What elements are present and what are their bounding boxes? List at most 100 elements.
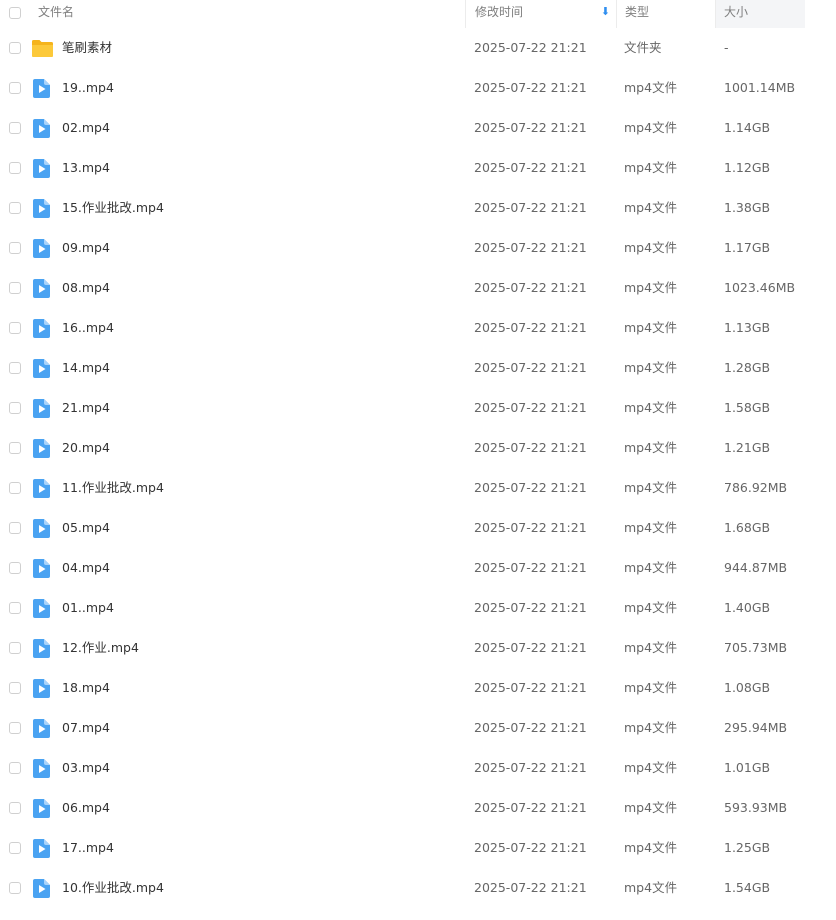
file-name[interactable]: 18.mp4 — [62, 668, 110, 708]
file-type: mp4文件 — [624, 400, 678, 415]
file-row[interactable]: 笔刷素材 2025-07-22 21:21 文件夹 - — [0, 28, 836, 68]
file-row[interactable]: 15.作业批改.mp4 2025-07-22 21:21 mp4文件 1.38GB — [0, 188, 836, 228]
row-checkbox[interactable] — [9, 122, 21, 134]
file-name[interactable]: 06.mp4 — [62, 788, 110, 828]
row-checkbox[interactable] — [9, 362, 21, 374]
file-row[interactable]: 09.mp4 2025-07-22 21:21 mp4文件 1.17GB — [0, 228, 836, 268]
file-size: - — [724, 40, 729, 55]
file-name[interactable]: 08.mp4 — [62, 268, 110, 308]
file-row[interactable]: 02.mp4 2025-07-22 21:21 mp4文件 1.14GB — [0, 108, 836, 148]
file-name[interactable]: 04.mp4 — [62, 548, 110, 588]
file-row[interactable]: 18.mp4 2025-07-22 21:21 mp4文件 1.08GB — [0, 668, 836, 708]
row-checkbox[interactable] — [9, 162, 21, 174]
file-type: mp4文件 — [624, 320, 678, 335]
modified-time: 2025-07-22 21:21 — [474, 760, 587, 775]
file-name[interactable]: 07.mp4 — [62, 708, 110, 748]
row-checkbox[interactable] — [9, 282, 21, 294]
file-row[interactable]: 20.mp4 2025-07-22 21:21 mp4文件 1.21GB — [0, 428, 836, 468]
file-name[interactable]: 20.mp4 — [62, 428, 110, 468]
column-header-date[interactable]: 修改时间 ⬇ — [465, 0, 616, 28]
file-type: mp4文件 — [624, 120, 678, 135]
file-row[interactable]: 11.作业批改.mp4 2025-07-22 21:21 mp4文件 786.92MB — [0, 468, 836, 508]
file-row[interactable]: 05.mp4 2025-07-22 21:21 mp4文件 1.68GB — [0, 508, 836, 548]
row-checkbox[interactable] — [9, 682, 21, 694]
video-file-icon — [33, 719, 50, 738]
file-size: 1.17GB — [724, 240, 771, 255]
row-checkbox[interactable] — [9, 882, 21, 894]
row-checkbox[interactable] — [9, 602, 21, 614]
column-header-date-label: 修改时间 — [475, 5, 524, 19]
modified-time: 2025-07-22 21:21 — [474, 680, 587, 695]
file-name[interactable]: 13.mp4 — [62, 148, 110, 188]
row-checkbox[interactable] — [9, 402, 21, 414]
file-row[interactable]: 04.mp4 2025-07-22 21:21 mp4文件 944.87MB — [0, 548, 836, 588]
file-row[interactable]: 01..mp4 2025-07-22 21:21 mp4文件 1.40GB — [0, 588, 836, 628]
file-name[interactable]: 02.mp4 — [62, 108, 110, 148]
column-header-name[interactable]: 文件名 — [28, 0, 465, 28]
row-checkbox[interactable] — [9, 42, 21, 54]
file-name[interactable]: 15.作业批改.mp4 — [62, 188, 164, 228]
row-checkbox[interactable] — [9, 642, 21, 654]
file-row[interactable]: 19..mp4 2025-07-22 21:21 mp4文件 1001.14MB — [0, 68, 836, 108]
file-size: 1.25GB — [724, 840, 771, 855]
modified-time: 2025-07-22 21:21 — [474, 600, 587, 615]
video-file-icon — [33, 399, 50, 418]
video-file-icon — [33, 279, 50, 298]
file-name[interactable]: 19..mp4 — [62, 68, 114, 108]
row-checkbox[interactable] — [9, 802, 21, 814]
file-row[interactable]: 08.mp4 2025-07-22 21:21 mp4文件 1023.46MB — [0, 268, 836, 308]
file-name[interactable]: 17..mp4 — [62, 828, 114, 868]
file-row[interactable]: 12.作业.mp4 2025-07-22 21:21 mp4文件 705.73MB — [0, 628, 836, 668]
file-type: mp4文件 — [624, 520, 678, 535]
modified-time: 2025-07-22 21:21 — [474, 480, 587, 495]
file-row[interactable]: 14.mp4 2025-07-22 21:21 mp4文件 1.28GB — [0, 348, 836, 388]
file-row[interactable]: 06.mp4 2025-07-22 21:21 mp4文件 593.93MB — [0, 788, 836, 828]
file-name[interactable]: 12.作业.mp4 — [62, 628, 139, 668]
file-row[interactable]: 13.mp4 2025-07-22 21:21 mp4文件 1.12GB — [0, 148, 836, 188]
video-file-icon — [33, 839, 50, 858]
column-header-type[interactable]: 类型 — [616, 0, 715, 28]
file-row[interactable]: 16..mp4 2025-07-22 21:21 mp4文件 1.13GB — [0, 308, 836, 348]
modified-time: 2025-07-22 21:21 — [474, 400, 587, 415]
file-row[interactable]: 10.作业批改.mp4 2025-07-22 21:21 mp4文件 1.54GB — [0, 868, 836, 908]
file-name[interactable]: 05.mp4 — [62, 508, 110, 548]
file-type: mp4文件 — [624, 800, 678, 815]
file-type: mp4文件 — [624, 440, 678, 455]
row-checkbox[interactable] — [9, 522, 21, 534]
file-row[interactable]: 21.mp4 2025-07-22 21:21 mp4文件 1.58GB — [0, 388, 836, 428]
file-size: 1.01GB — [724, 760, 771, 775]
row-checkbox[interactable] — [9, 482, 21, 494]
file-row[interactable]: 07.mp4 2025-07-22 21:21 mp4文件 295.94MB — [0, 708, 836, 748]
file-size: 1.12GB — [724, 160, 771, 175]
video-file-icon — [33, 239, 50, 258]
modified-time: 2025-07-22 21:21 — [474, 360, 587, 375]
select-all-checkbox[interactable] — [9, 7, 21, 19]
file-name[interactable]: 14.mp4 — [62, 348, 110, 388]
file-name[interactable]: 16..mp4 — [62, 308, 114, 348]
modified-time: 2025-07-22 21:21 — [474, 240, 587, 255]
file-name[interactable]: 10.作业批改.mp4 — [62, 868, 164, 908]
file-size: 1.58GB — [724, 400, 771, 415]
file-row[interactable]: 17..mp4 2025-07-22 21:21 mp4文件 1.25GB — [0, 828, 836, 868]
file-name[interactable]: 01..mp4 — [62, 588, 114, 628]
file-row[interactable]: 03.mp4 2025-07-22 21:21 mp4文件 1.01GB — [0, 748, 836, 788]
row-checkbox[interactable] — [9, 722, 21, 734]
row-checkbox[interactable] — [9, 242, 21, 254]
row-checkbox[interactable] — [9, 82, 21, 94]
column-header-size[interactable]: 大小 — [715, 0, 805, 28]
file-name[interactable]: 03.mp4 — [62, 748, 110, 788]
file-size: 1.40GB — [724, 600, 771, 615]
row-checkbox[interactable] — [9, 202, 21, 214]
file-name[interactable]: 09.mp4 — [62, 228, 110, 268]
file-name[interactable]: 笔刷素材 — [62, 28, 112, 68]
row-checkbox[interactable] — [9, 562, 21, 574]
file-list: 文件名 修改时间 ⬇ 类型 大小 笔刷素材 2025-07-22 21:21 文件夹… — [0, 0, 836, 920]
row-checkbox[interactable] — [9, 442, 21, 454]
file-type: mp4文件 — [624, 600, 678, 615]
file-type: mp4文件 — [624, 200, 678, 215]
row-checkbox[interactable] — [9, 762, 21, 774]
row-checkbox[interactable] — [9, 322, 21, 334]
file-name[interactable]: 21.mp4 — [62, 388, 110, 428]
row-checkbox[interactable] — [9, 842, 21, 854]
file-name[interactable]: 11.作业批改.mp4 — [62, 468, 164, 508]
